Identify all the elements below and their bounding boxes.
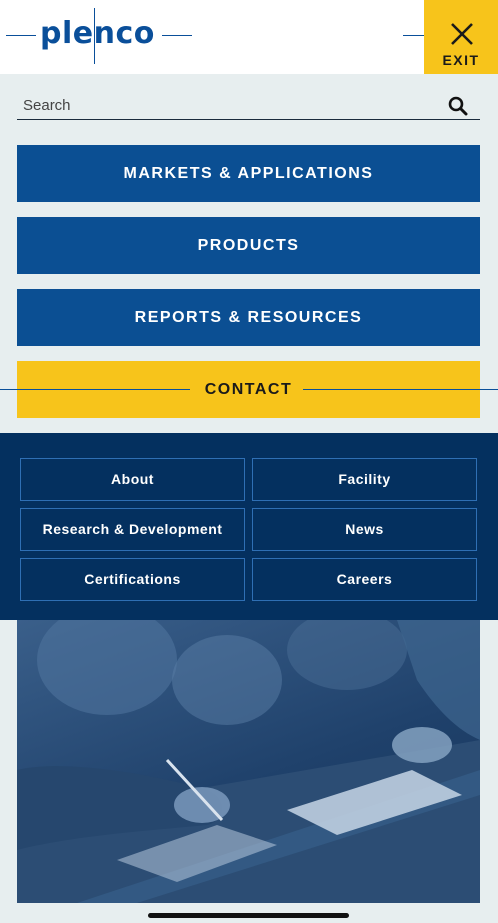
nav-contact-button[interactable]: CONTACT — [17, 361, 480, 418]
exit-button[interactable]: EXIT — [424, 0, 498, 74]
nav-products-button[interactable]: PRODUCTS — [17, 217, 480, 274]
header: plenco EXIT — [0, 0, 498, 74]
nav-facility-link[interactable]: Facility — [252, 458, 477, 501]
nav-about-link[interactable]: About — [20, 458, 245, 501]
nav-research-development-link[interactable]: Research & Development — [20, 508, 245, 551]
secondary-nav: About Facility Research & Development Ne… — [0, 433, 498, 620]
exit-accent-line — [403, 35, 424, 36]
search-bar — [17, 90, 480, 120]
search-input[interactable] — [23, 94, 423, 116]
logo-line-right — [162, 35, 192, 36]
nav-reports-resources-button[interactable]: REPORTS & RESOURCES — [17, 289, 480, 346]
hero-photo-illustration — [17, 620, 480, 903]
exit-label: EXIT — [442, 52, 480, 68]
contact-label: CONTACT — [204, 381, 293, 398]
logo-wordmark: plenco — [40, 16, 155, 51]
hero-image — [17, 620, 480, 903]
nav-markets-applications-button[interactable]: MARKETS & APPLICATIONS — [17, 145, 480, 202]
home-indicator — [148, 913, 349, 918]
nav-certifications-link[interactable]: Certifications — [20, 558, 245, 601]
plenco-logo[interactable]: plenco — [0, 0, 200, 74]
logo-line-left — [6, 35, 36, 36]
nav-news-link[interactable]: News — [252, 508, 477, 551]
close-icon — [451, 23, 473, 45]
search-icon[interactable] — [448, 96, 468, 116]
nav-careers-link[interactable]: Careers — [252, 558, 477, 601]
